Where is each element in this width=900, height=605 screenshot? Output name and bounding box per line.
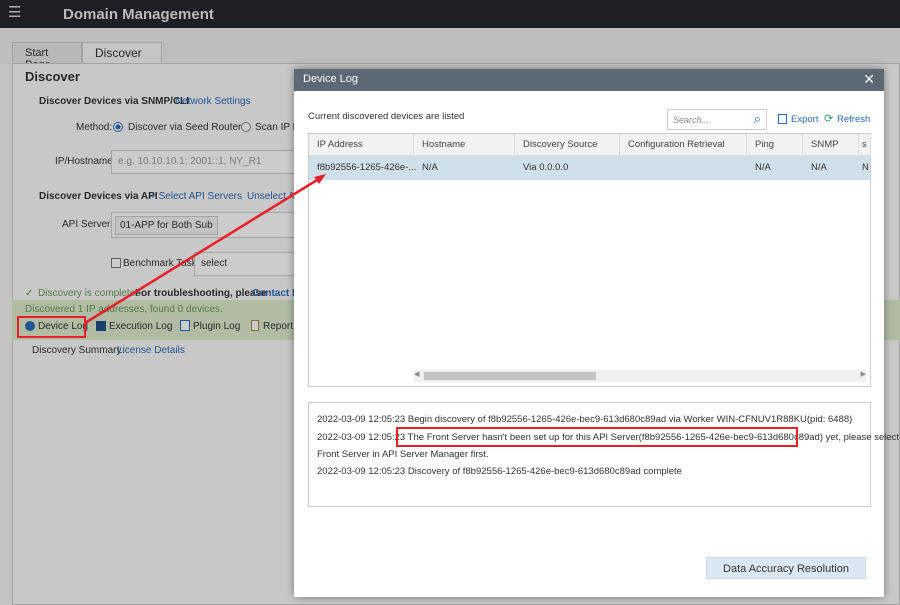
annotation-arrow <box>84 174 326 325</box>
arrow-head <box>314 174 326 184</box>
arrow-line <box>84 175 323 325</box>
